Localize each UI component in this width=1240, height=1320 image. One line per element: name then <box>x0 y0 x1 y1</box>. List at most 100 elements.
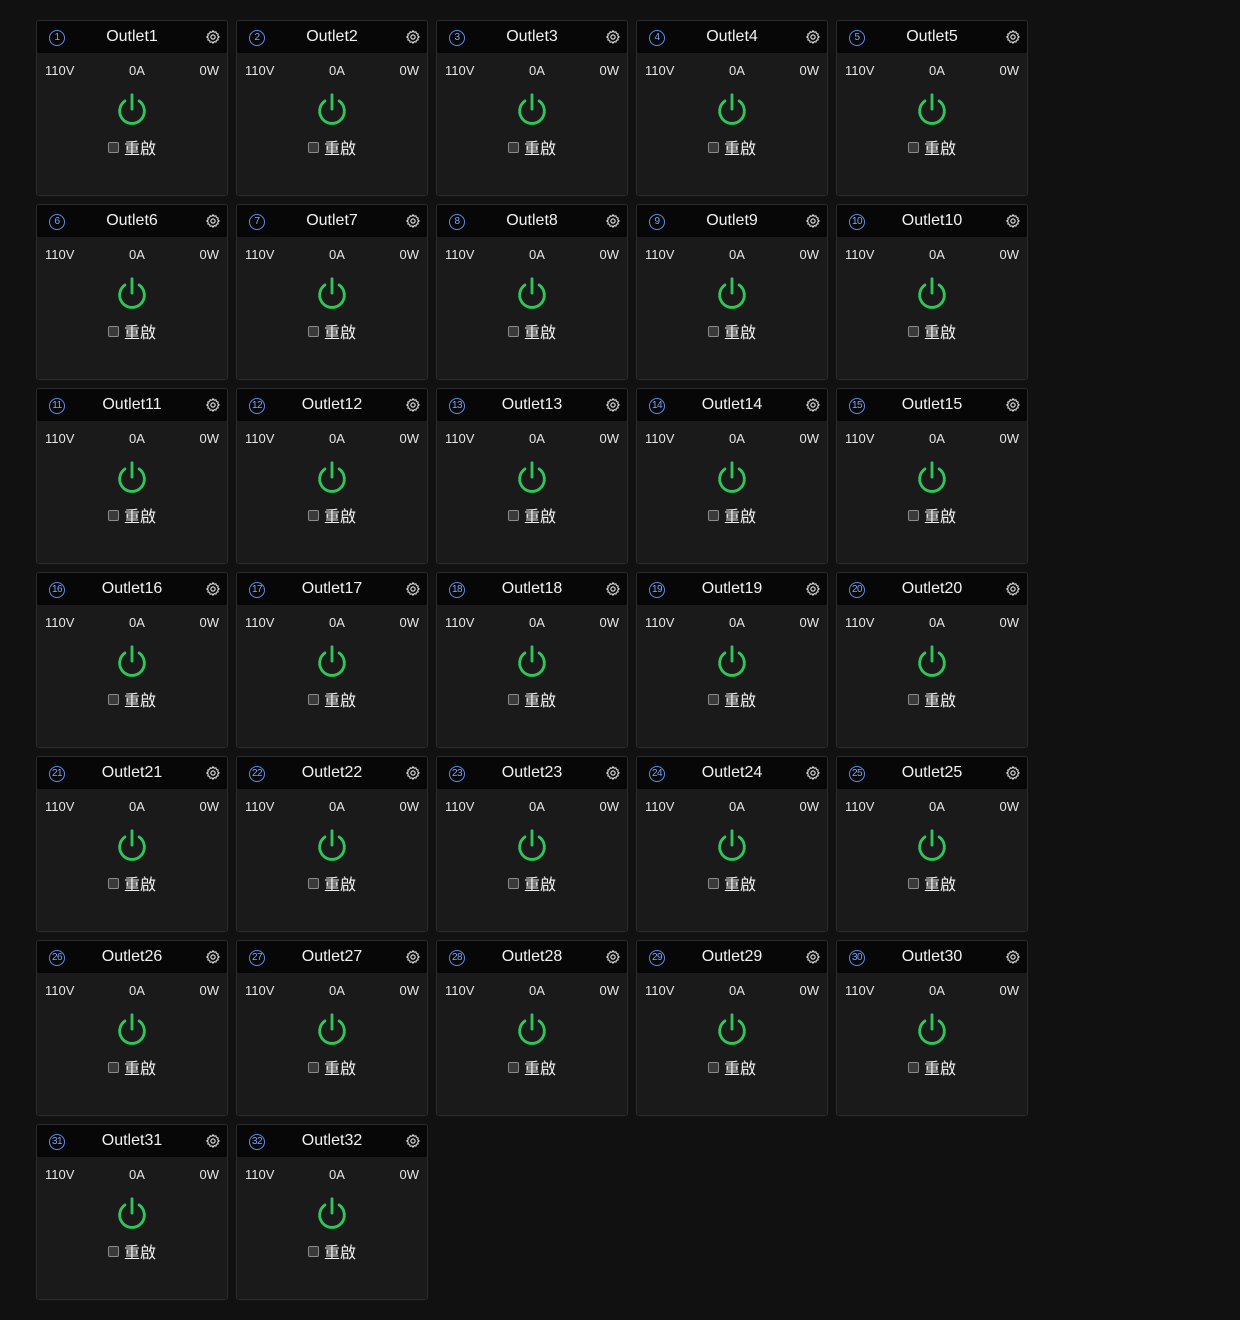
power-icon[interactable] <box>913 459 951 497</box>
gear-icon[interactable] <box>405 29 421 45</box>
reboot-checkbox[interactable] <box>507 141 519 153</box>
reboot-checkbox[interactable] <box>707 141 719 153</box>
reboot-checkbox[interactable] <box>507 1061 519 1073</box>
power-icon[interactable] <box>313 643 351 681</box>
power-icon[interactable] <box>113 1195 151 1233</box>
gear-icon[interactable] <box>205 397 221 413</box>
gear-icon[interactable] <box>805 29 821 45</box>
gear-icon[interactable] <box>605 765 621 781</box>
power-icon[interactable] <box>313 1011 351 1049</box>
reboot-checkbox[interactable] <box>107 325 119 337</box>
gear-icon[interactable] <box>205 949 221 965</box>
gear-icon[interactable] <box>405 949 421 965</box>
reboot-checkbox[interactable] <box>307 693 319 705</box>
reboot-checkbox[interactable] <box>307 141 319 153</box>
power-icon[interactable] <box>313 275 351 313</box>
reboot-checkbox[interactable] <box>907 877 919 889</box>
power-icon[interactable] <box>313 459 351 497</box>
gear-icon[interactable] <box>405 397 421 413</box>
gear-icon[interactable] <box>1005 213 1021 229</box>
power-icon[interactable] <box>113 643 151 681</box>
reboot-checkbox[interactable] <box>507 693 519 705</box>
reboot-checkbox[interactable] <box>707 1061 719 1073</box>
reboot-checkbox[interactable] <box>507 509 519 521</box>
gear-icon[interactable] <box>1005 765 1021 781</box>
power-icon[interactable] <box>513 643 551 681</box>
gear-icon[interactable] <box>405 765 421 781</box>
gear-icon[interactable] <box>205 765 221 781</box>
reboot-checkbox[interactable] <box>307 1061 319 1073</box>
power-icon[interactable] <box>913 275 951 313</box>
gear-icon[interactable] <box>605 949 621 965</box>
reboot-checkbox[interactable] <box>707 509 719 521</box>
power-icon[interactable] <box>713 827 751 865</box>
gear-icon[interactable] <box>605 213 621 229</box>
reboot-checkbox[interactable] <box>907 325 919 337</box>
reboot-checkbox[interactable] <box>507 325 519 337</box>
reboot-checkbox[interactable] <box>707 877 719 889</box>
power-icon[interactable] <box>713 1011 751 1049</box>
reboot-checkbox[interactable] <box>907 141 919 153</box>
power-icon[interactable] <box>913 91 951 129</box>
gear-icon[interactable] <box>1005 29 1021 45</box>
reboot-checkbox[interactable] <box>707 693 719 705</box>
power-icon[interactable] <box>713 459 751 497</box>
power-icon[interactable] <box>113 459 151 497</box>
power-icon[interactable] <box>113 91 151 129</box>
outlet-metrics: 110V 0A 0W <box>837 431 1027 447</box>
reboot-checkbox[interactable] <box>107 1061 119 1073</box>
gear-icon[interactable] <box>405 581 421 597</box>
gear-icon[interactable] <box>205 581 221 597</box>
gear-icon[interactable] <box>205 29 221 45</box>
power-icon[interactable] <box>513 459 551 497</box>
gear-icon[interactable] <box>605 581 621 597</box>
power-icon[interactable] <box>313 1195 351 1233</box>
reboot-checkbox[interactable] <box>907 1061 919 1073</box>
reboot-checkbox[interactable] <box>307 1245 319 1257</box>
gear-icon[interactable] <box>805 397 821 413</box>
gear-icon[interactable] <box>805 213 821 229</box>
reboot-checkbox[interactable] <box>307 325 319 337</box>
outlet-metrics: 110V 0A 0W <box>37 799 227 815</box>
gear-icon[interactable] <box>405 213 421 229</box>
gear-icon[interactable] <box>1005 581 1021 597</box>
power-icon[interactable] <box>513 275 551 313</box>
gear-icon[interactable] <box>605 29 621 45</box>
gear-icon[interactable] <box>205 1133 221 1149</box>
power-icon[interactable] <box>113 1011 151 1049</box>
reboot-checkbox[interactable] <box>907 509 919 521</box>
reboot-checkbox[interactable] <box>507 877 519 889</box>
reboot-checkbox[interactable] <box>907 693 919 705</box>
power-icon[interactable] <box>913 827 951 865</box>
power-icon[interactable] <box>713 275 751 313</box>
gear-icon[interactable] <box>605 397 621 413</box>
power-icon[interactable] <box>513 827 551 865</box>
reboot-checkbox[interactable] <box>107 877 119 889</box>
power-icon[interactable] <box>513 91 551 129</box>
outlet-header: 10 Outlet10 <box>837 205 1027 237</box>
reboot-checkbox[interactable] <box>307 509 319 521</box>
reboot-checkbox[interactable] <box>107 1245 119 1257</box>
power-icon[interactable] <box>913 643 951 681</box>
power-icon[interactable] <box>113 827 151 865</box>
reboot-checkbox[interactable] <box>107 509 119 521</box>
power-icon[interactable] <box>513 1011 551 1049</box>
power-icon[interactable] <box>313 91 351 129</box>
gear-icon[interactable] <box>805 765 821 781</box>
reboot-checkbox[interactable] <box>107 693 119 705</box>
gear-icon[interactable] <box>805 581 821 597</box>
gear-icon[interactable] <box>1005 949 1021 965</box>
reboot-checkbox[interactable] <box>107 141 119 153</box>
power-icon[interactable] <box>913 1011 951 1049</box>
voltage-value: 110V <box>245 983 275 998</box>
power-icon[interactable] <box>713 643 751 681</box>
gear-icon[interactable] <box>405 1133 421 1149</box>
gear-icon[interactable] <box>1005 397 1021 413</box>
power-icon[interactable] <box>113 275 151 313</box>
gear-icon[interactable] <box>205 213 221 229</box>
reboot-checkbox[interactable] <box>307 877 319 889</box>
gear-icon[interactable] <box>805 949 821 965</box>
reboot-checkbox[interactable] <box>707 325 719 337</box>
power-icon[interactable] <box>313 827 351 865</box>
power-icon[interactable] <box>713 91 751 129</box>
